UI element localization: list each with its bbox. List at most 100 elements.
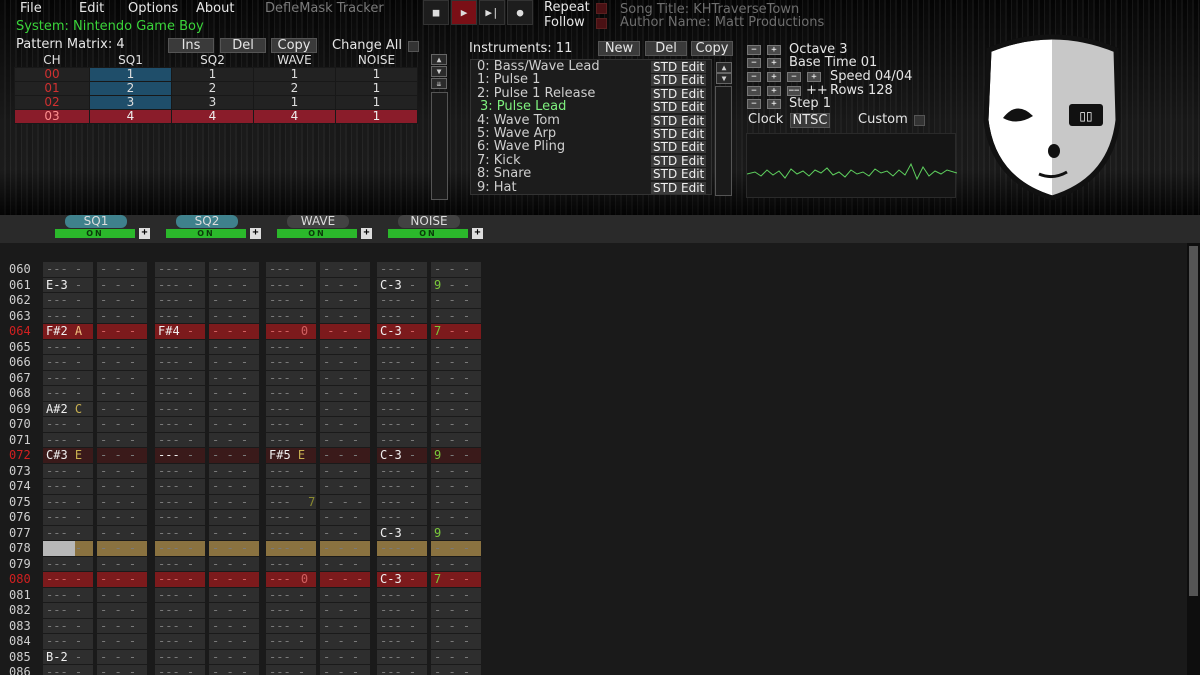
- pattern-cell-note[interactable]: --- -: [43, 386, 93, 401]
- pattern-cell-note[interactable]: --- -: [155, 308, 205, 323]
- speed1-plus-button[interactable]: +: [767, 72, 781, 82]
- pattern-cell-effect[interactable]: - - -: [431, 339, 481, 354]
- pattern-cell-effect[interactable]: - - -: [320, 355, 370, 370]
- pattern-cell-effect[interactable]: - - -: [97, 649, 147, 664]
- repeat-checkbox[interactable]: [596, 3, 607, 14]
- pattern-cell-note[interactable]: --- -: [155, 587, 205, 602]
- pattern-cell-effect[interactable]: - - -: [97, 556, 147, 571]
- channel-expand-icon[interactable]: +: [139, 228, 150, 239]
- pattern-cell-effect[interactable]: - - -: [209, 355, 259, 370]
- pattern-cell-effect[interactable]: - - -: [97, 572, 147, 587]
- instrument-std-edit-button[interactable]: STD Edit: [651, 168, 707, 181]
- pattern-cell-effect[interactable]: - - -: [320, 370, 370, 385]
- pattern-cell-effect[interactable]: - - -: [320, 262, 370, 277]
- pattern-cell-note[interactable]: --- -: [377, 262, 427, 277]
- pattern-cell-effect[interactable]: - - -: [320, 665, 370, 675]
- menu-options[interactable]: Options: [128, 1, 178, 16]
- instrument-std-edit-button[interactable]: STD Edit: [651, 101, 707, 114]
- pattern-cell-note[interactable]: --- -: [155, 541, 205, 556]
- pattern-cell-effect[interactable]: - - -: [97, 277, 147, 292]
- pattern-cell-note[interactable]: --- -: [266, 479, 316, 494]
- pattern-cell-effect[interactable]: - - -: [209, 401, 259, 416]
- pattern-cell-note[interactable]: --- -: [266, 463, 316, 478]
- pattern-cell-effect[interactable]: - - -: [320, 556, 370, 571]
- pattern-cell-note[interactable]: --- -: [155, 386, 205, 401]
- pattern-cell-effect[interactable]: - - -: [209, 386, 259, 401]
- pattern-cell-effect[interactable]: - - -: [209, 510, 259, 525]
- matrix-cell[interactable]: 1: [89, 67, 172, 82]
- channel-on-toggle[interactable]: ON: [55, 229, 135, 238]
- pattern-cell-effect[interactable]: - - -: [97, 417, 147, 432]
- speed2-plus-button[interactable]: +: [807, 72, 821, 82]
- pattern-cell-effect[interactable]: - - -: [431, 494, 481, 509]
- pattern-cell-note[interactable]: --- -: [377, 649, 427, 664]
- pattern-cell-note[interactable]: --- -: [43, 432, 93, 447]
- pattern-cell-note[interactable]: --- -: [155, 463, 205, 478]
- matrix-copy-button[interactable]: Copy: [271, 38, 317, 53]
- pattern-cell-note[interactable]: --- -: [155, 572, 205, 587]
- change-all-checkbox[interactable]: [408, 41, 419, 52]
- pattern-cell-note[interactable]: --- -: [377, 479, 427, 494]
- step-plus-button[interactable]: +: [767, 99, 781, 109]
- matrix-scroll-end-icon[interactable]: ⇊: [431, 78, 447, 89]
- pattern-cell-note[interactable]: --- -: [155, 417, 205, 432]
- step-button[interactable]: ▶|: [479, 0, 505, 25]
- play-button[interactable]: ▶: [451, 0, 477, 25]
- pattern-cell-note[interactable]: --- -: [155, 649, 205, 664]
- pattern-cell-note[interactable]: --- -: [155, 370, 205, 385]
- pattern-cell-note[interactable]: --- -: [43, 339, 93, 354]
- author-field[interactable]: Author Name: Matt Productions: [620, 15, 824, 30]
- pattern-cell-effect[interactable]: - - -: [431, 618, 481, 633]
- pattern-cell-note[interactable]: C-3 -: [377, 448, 427, 463]
- pattern-cell-effect[interactable]: - - -: [209, 448, 259, 463]
- pattern-cell-effect[interactable]: - - -: [320, 386, 370, 401]
- pattern-cell-note[interactable]: --- -: [266, 277, 316, 292]
- pattern-cell-effect[interactable]: - - -: [209, 324, 259, 339]
- pattern-cell-note[interactable]: --- -: [43, 541, 93, 556]
- matrix-cell[interactable]: 3: [171, 95, 254, 110]
- pattern-cell-effect[interactable]: - - -: [97, 618, 147, 633]
- matrix-cell[interactable]: 03: [14, 109, 90, 124]
- pattern-cell-effect[interactable]: - - -: [97, 432, 147, 447]
- pattern-cell-effect[interactable]: - - -: [320, 494, 370, 509]
- instrument-scrollbar[interactable]: [715, 86, 732, 196]
- pattern-cell-note[interactable]: --- -: [266, 370, 316, 385]
- pattern-cell-effect[interactable]: - - -: [431, 432, 481, 447]
- channel-expand-icon[interactable]: +: [361, 228, 372, 239]
- matrix-cell[interactable]: 4: [253, 109, 336, 124]
- pattern-cell-effect[interactable]: - - -: [320, 479, 370, 494]
- matrix-cell[interactable]: 1: [335, 95, 418, 110]
- clock-ntsc-button[interactable]: NTSC: [790, 113, 830, 128]
- matrix-row-current[interactable]: 03 4 4 4 1: [14, 109, 418, 124]
- channel-on-toggle[interactable]: ON: [277, 229, 357, 238]
- pattern-cell-effect[interactable]: - - -: [97, 355, 147, 370]
- pattern-cell-effect[interactable]: - - -: [320, 649, 370, 664]
- speed2-minus-button[interactable]: −: [787, 72, 801, 82]
- matrix-cell[interactable]: 4: [89, 109, 172, 124]
- pattern-cell-note[interactable]: --- -: [43, 463, 93, 478]
- pattern-cell-effect[interactable]: - - -: [320, 510, 370, 525]
- instrument-item[interactable]: 2: Pulse 1 Release STD Edit: [471, 87, 711, 100]
- pattern-cell-effect[interactable]: - - -: [97, 370, 147, 385]
- step-minus-button[interactable]: −: [747, 99, 761, 109]
- pattern-cell-effect[interactable]: - - -: [209, 277, 259, 292]
- pattern-cell-effect[interactable]: - - -: [431, 479, 481, 494]
- instrument-new-button[interactable]: New: [598, 41, 640, 56]
- pattern-cell-effect[interactable]: - - -: [431, 401, 481, 416]
- pattern-cell-note[interactable]: --- -: [266, 618, 316, 633]
- pattern-cell-note[interactable]: C-3 -: [377, 277, 427, 292]
- pattern-cell-note[interactable]: --- -: [377, 463, 427, 478]
- matrix-scroll-down-icon[interactable]: ▼: [431, 66, 447, 77]
- pattern-cell-effect[interactable]: - - -: [431, 262, 481, 277]
- octave-minus-button[interactable]: −: [747, 45, 761, 55]
- pattern-cell-effect[interactable]: - - -: [320, 432, 370, 447]
- channel-on-toggle[interactable]: ON: [166, 229, 246, 238]
- pattern-cell-note[interactable]: A#2 C: [43, 401, 93, 416]
- matrix-cell[interactable]: 00: [14, 67, 90, 82]
- menu-file[interactable]: File: [20, 1, 42, 16]
- pattern-cell-note[interactable]: --- -: [266, 339, 316, 354]
- pattern-cell-note[interactable]: --- -: [266, 603, 316, 618]
- pattern-scrollbar[interactable]: [1187, 243, 1200, 675]
- pattern-cell-effect[interactable]: - - -: [431, 556, 481, 571]
- instrument-std-edit-button[interactable]: STD Edit: [651, 87, 707, 100]
